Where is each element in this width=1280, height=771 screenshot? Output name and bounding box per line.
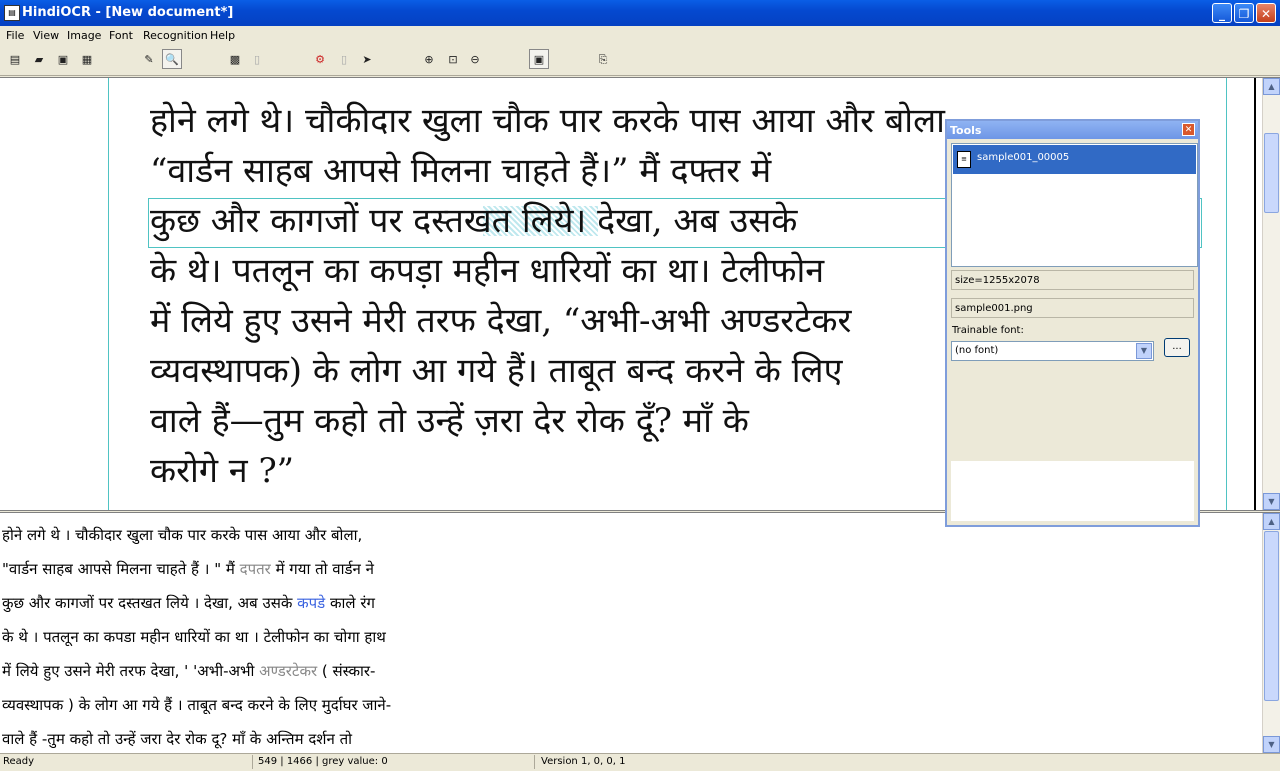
scroll-thumb[interactable] <box>1264 133 1279 213</box>
ocr-text-line: वाले हैं -तुम कहो तो उन्हें जरा देर रोक … <box>2 729 352 749</box>
menu-file[interactable]: File <box>6 29 24 42</box>
file-list-item[interactable]: ≡ sample001_00005 <box>953 145 1196 174</box>
ocr-uncertain-word: अण्डरटेकर <box>259 662 318 680</box>
ocr-uncertain-word: दपतर <box>239 560 271 578</box>
image-filename-field: sample001.png <box>951 298 1194 318</box>
text-scrollbar[interactable]: ▲ ▼ <box>1262 513 1280 753</box>
image-line: वाले हैं—तुम कहो तो उन्हें ज़रा देर रोक … <box>150 401 749 441</box>
tools-title-bar[interactable]: Tools ✕ <box>947 121 1198 139</box>
ocr-segment: में गया तो वार्डन ने <box>270 560 374 578</box>
minimize-button[interactable]: _ <box>1212 3 1232 23</box>
ocr-text-line: व्यवस्थापक ) के लोग आ गये हैं । ताबूत बन… <box>2 695 391 715</box>
new-icon[interactable]: ▤ <box>8 53 22 67</box>
menu-view[interactable]: View <box>33 29 59 42</box>
ocr-selected-word: कपडे <box>297 594 326 612</box>
image-line: करोगे न ?” <box>150 451 295 491</box>
chevron-down-icon[interactable]: ▼ <box>1136 343 1152 359</box>
ocr-segment: में लिये हुए उसने मेरी तरफ देखा, ' 'अभी-… <box>2 662 260 680</box>
status-ready: Ready <box>3 756 35 767</box>
ocr-text-line: "वार्डन साहब आपसे मिलना चाहते हैं । " मै… <box>2 559 374 579</box>
ocr-text-line: कुछ और कागजों पर दस्तखत लिये । देखा, अब … <box>2 593 375 613</box>
title-bar: ▤ HindiOCR - [New document*] _ ❐ ✕ <box>0 0 1280 26</box>
ocr-text-line: में लिये हुए उसने मेरी तरफ देखा, ' 'अभी-… <box>2 661 375 681</box>
ocr-segment: होने लगे थे । चौकीदार खुला चौक पार करके … <box>2 526 363 544</box>
recognize-icon[interactable]: ⚙ <box>313 53 327 67</box>
file-item-label: sample001_00005 <box>977 152 1070 163</box>
ocr-segment: वाले हैं -तुम कहो तो उन्हें जरा देर रोक … <box>2 730 353 748</box>
guide-line-left <box>108 78 109 510</box>
image-line: के थे। पतलून का कपड़ा महीन धारियों का था… <box>150 251 825 291</box>
image-size-field: size=1255x2078 <box>951 270 1194 290</box>
ocr-segment: काले रंग <box>325 594 375 612</box>
image-line: होने लगे थे। चौकीदार खुला चौक पार करके प… <box>150 101 956 141</box>
image-line: “वार्डन साहब आपसे मिलना चाहते हैं।” मैं … <box>150 151 772 191</box>
disabled-icon-2: ▯ <box>340 53 348 66</box>
status-version: Version 1, 0, 0, 1 <box>541 756 626 767</box>
font-select[interactable]: (no font) ▼ <box>951 341 1154 361</box>
tools-preview-area <box>951 461 1194 521</box>
page-edge <box>1254 78 1256 510</box>
zoom-in-icon[interactable]: ⊕ <box>422 53 436 67</box>
status-separator <box>252 755 253 769</box>
image-line: व्यवस्थापक) के लोग आ गये हैं। ताबूत बन्द… <box>150 351 843 391</box>
tools-title: Tools <box>950 124 982 137</box>
export-icon[interactable]: ➤ <box>360 53 374 67</box>
zoom-fit-icon[interactable]: ⊡ <box>446 53 460 67</box>
zoom-tool-icon[interactable]: 🔍 <box>162 49 182 69</box>
screen-icon[interactable]: ▣ <box>529 49 549 69</box>
status-bar: Ready 549 | 1466 | grey value: 0 Version… <box>0 753 1280 771</box>
tools-panel: Tools ✕ ≡ sample001_00005 size=1255x2078… <box>945 119 1200 527</box>
new-selection-icon[interactable]: ✎ <box>142 53 156 67</box>
browse-font-button[interactable]: ... <box>1164 338 1190 357</box>
zoom-out-icon[interactable]: ⊖ <box>468 53 482 67</box>
menu-bar: File View Image Font Recognition Help <box>0 26 1280 44</box>
ocr-text-view[interactable]: होने लगे थे । चौकीदार खुला चौक पार करके … <box>0 512 1280 753</box>
status-separator <box>534 755 535 769</box>
ocr-segment: "वार्डन साहब आपसे मिलना चाहते हैं । " मै… <box>2 560 240 578</box>
menu-help[interactable]: Help <box>210 29 235 42</box>
scroll-down-icon[interactable]: ▼ <box>1263 736 1280 753</box>
properties-icon[interactable]: ▦ <box>80 53 94 67</box>
document-icon: ≡ <box>957 151 971 168</box>
copy-icon[interactable]: ⎘ <box>596 53 610 67</box>
ocr-segment: ( संस्कार- <box>317 662 376 680</box>
scroll-up-icon[interactable]: ▲ <box>1263 513 1280 530</box>
tools-close-icon[interactable]: ✕ <box>1182 123 1195 136</box>
disabled-icon: ▯ <box>253 53 261 66</box>
menu-image[interactable]: Image <box>67 29 101 42</box>
menu-recognition[interactable]: Recognition <box>143 29 208 42</box>
trainable-font-label: Trainable font: <box>952 325 1024 336</box>
open-icon[interactable]: ▰ <box>32 53 46 67</box>
guide-line-right <box>1226 78 1227 510</box>
scroll-down-icon[interactable]: ▼ <box>1263 493 1280 510</box>
ocr-text-line: होने लगे थे । चौकीदार खुला चौक पार करके … <box>2 525 362 545</box>
image-scrollbar[interactable]: ▲ ▼ <box>1262 78 1280 510</box>
image-line: कुछ और कागजों पर दस्तखत लिये। देखा, अब उ… <box>150 201 798 241</box>
ocr-segment: के थे । पतलून का कपडा महीन धारियों का था… <box>2 628 386 646</box>
toolbar: ▤ ▰ ▣ ▦ ✎ 🔍 ▩ ▯ ⚙ ▯ ➤ ⊕ ⊡ ⊖ ▣ ⎘ <box>0 45 1280 76</box>
ocr-text-line: के थे । पतलून का कपडा महीन धारियों का था… <box>2 627 386 647</box>
menu-font[interactable]: Font <box>109 29 133 42</box>
ocr-segment: कुछ और कागजों पर दस्तखत लिये । देखा, अब … <box>2 594 298 612</box>
restore-button[interactable]: ❐ <box>1234 3 1254 23</box>
scroll-thumb[interactable] <box>1264 531 1279 701</box>
window-title: HindiOCR - [New document*] <box>22 5 234 20</box>
status-coords: 549 | 1466 | grey value: 0 <box>258 756 388 767</box>
image-line: में लिये हुए उसने मेरी तरफ देखा, “अभी-अभ… <box>150 301 852 341</box>
close-button[interactable]: ✕ <box>1256 3 1276 23</box>
ocr-segment: व्यवस्थापक ) के लोग आ गये हैं । ताबूत बन… <box>2 696 392 714</box>
grid-icon[interactable]: ▩ <box>228 53 242 67</box>
font-select-value: (no font) <box>955 345 999 356</box>
file-list[interactable]: ≡ sample001_00005 <box>951 143 1198 267</box>
app-icon[interactable]: ▤ <box>4 5 20 21</box>
save-icon[interactable]: ▣ <box>56 53 70 67</box>
scroll-up-icon[interactable]: ▲ <box>1263 78 1280 95</box>
